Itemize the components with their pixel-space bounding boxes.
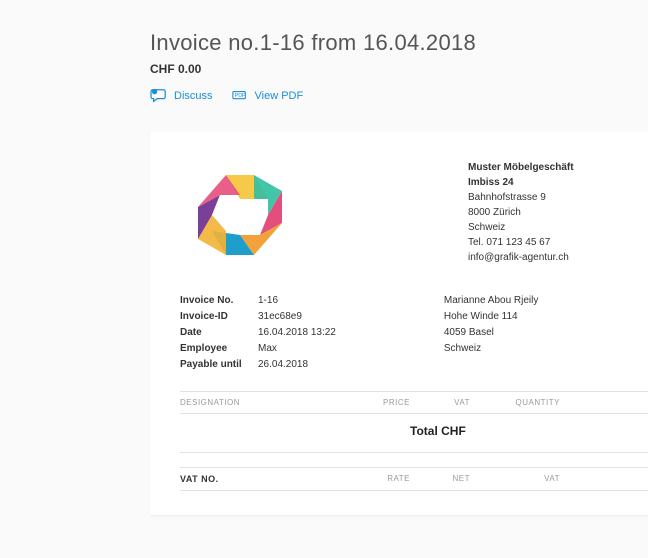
discuss-button[interactable]: Discuss bbox=[150, 88, 213, 104]
logo bbox=[180, 160, 360, 275]
col-vat: VAT bbox=[410, 398, 470, 407]
col-gross: GROSS bbox=[560, 474, 648, 484]
pdf-icon: PDF bbox=[231, 88, 249, 104]
recipient-block: Marianne Abou Rjeily Hohe Winde 114 4059… bbox=[444, 293, 539, 373]
company-city: 8000 Zürich bbox=[468, 205, 574, 220]
label-invoice-no: Invoice No. bbox=[180, 293, 258, 309]
company-address: Muster Möbelgeschäft Imbiss 24 Bahnhofst… bbox=[468, 160, 574, 275]
invoice-upper: Muster Möbelgeschäft Imbiss 24 Bahnhofst… bbox=[180, 160, 648, 275]
svg-text:PDF: PDF bbox=[234, 93, 245, 99]
page-title: Invoice no.1-16 from 16.04.2018 bbox=[150, 30, 648, 56]
value-invoice-no: 1-16 bbox=[258, 293, 278, 309]
view-pdf-button[interactable]: PDF View PDF bbox=[231, 88, 304, 104]
col-vatno: VAT NO. bbox=[180, 474, 340, 484]
action-bar: Discuss PDF View PDF bbox=[150, 88, 648, 104]
label-payable: Payable until bbox=[180, 357, 258, 373]
line-items-header: DESIGNATION PRICE VAT QUANTITY TOTAL bbox=[180, 391, 648, 414]
col-quantity: QUANTITY bbox=[470, 398, 560, 407]
value-date: 16.04.2018 13:22 bbox=[258, 325, 336, 341]
recipient-city: 4059 Basel bbox=[444, 325, 539, 341]
invoice-card: Muster Möbelgeschäft Imbiss 24 Bahnhofst… bbox=[150, 132, 648, 515]
company-tel: Tel. 071 123 45 67 bbox=[468, 235, 574, 250]
meta-left: Invoice No.1-16 Invoice-ID31ec68e9 Date1… bbox=[180, 293, 336, 373]
col-rate: RATE bbox=[340, 474, 410, 484]
value-payable: 26.04.2018 bbox=[258, 357, 308, 373]
company-email: info@grafik-agentur.ch bbox=[468, 250, 574, 265]
col-total: TOTAL bbox=[560, 398, 648, 407]
col-designation: DESIGNATION bbox=[180, 398, 340, 407]
view-pdf-label: View PDF bbox=[255, 90, 304, 102]
recipient-name: Marianne Abou Rjeily bbox=[444, 293, 539, 309]
col-vat2: VAT bbox=[470, 474, 560, 484]
company-line2: Imbiss 24 bbox=[468, 175, 574, 190]
label-date: Date bbox=[180, 325, 258, 341]
company-street: Bahnhofstrasse 9 bbox=[468, 190, 574, 205]
company-country: Schweiz bbox=[468, 220, 574, 235]
invoice-meta: Invoice No.1-16 Invoice-ID31ec68e9 Date1… bbox=[180, 293, 648, 373]
total-value: 0.00 bbox=[466, 424, 648, 438]
label-employee: Employee bbox=[180, 341, 258, 357]
col-net: NET bbox=[410, 474, 470, 484]
header: Invoice no.1-16 from 16.04.2018 CHF 0.00… bbox=[0, 0, 648, 114]
total-row: Total CHF 0.00 bbox=[180, 414, 648, 453]
page-frame: Invoice no.1-16 from 16.04.2018 CHF 0.00… bbox=[0, 0, 648, 558]
amount-subtitle: CHF 0.00 bbox=[150, 62, 648, 76]
speech-bubble-icon bbox=[150, 88, 168, 104]
recipient-country: Schweiz bbox=[444, 341, 539, 357]
vat-header: VAT NO. RATE NET VAT GROSS bbox=[180, 467, 648, 491]
label-invoice-id: Invoice-ID bbox=[180, 309, 258, 325]
value-employee: Max bbox=[258, 341, 277, 357]
total-label: Total CHF bbox=[410, 424, 466, 438]
discuss-label: Discuss bbox=[174, 90, 213, 102]
company-name: Muster Möbelgeschäft bbox=[468, 160, 574, 175]
value-invoice-id: 31ec68e9 bbox=[258, 309, 302, 325]
recipient-street: Hohe Winde 114 bbox=[444, 309, 539, 325]
col-price: PRICE bbox=[340, 398, 410, 407]
